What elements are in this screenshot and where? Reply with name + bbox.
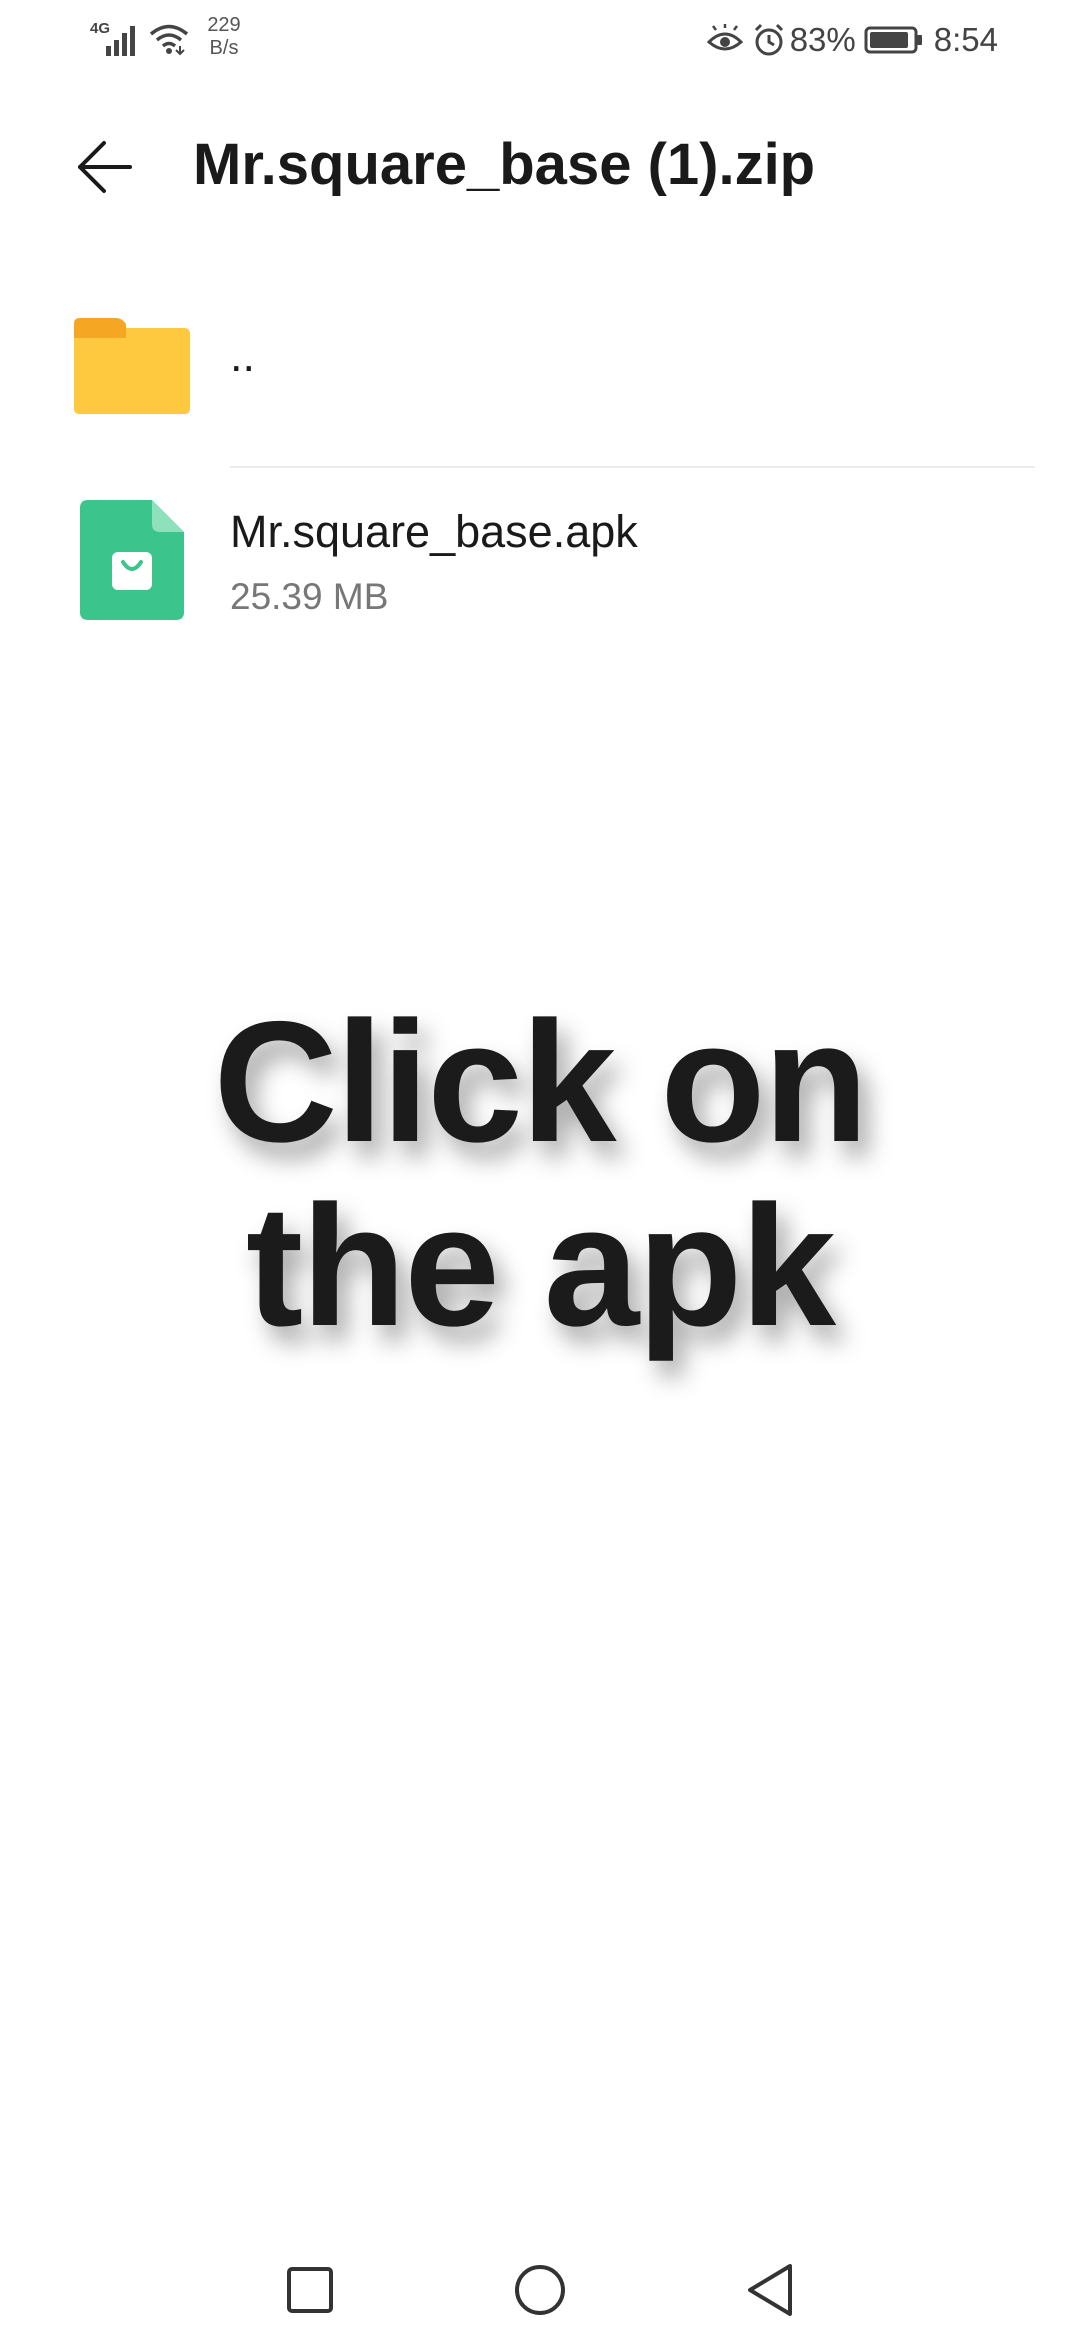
network-speed: 229 B/s bbox=[200, 14, 248, 60]
back-icon bbox=[748, 2264, 792, 2316]
list-item-parent-folder[interactable]: .. bbox=[0, 280, 1080, 468]
file-list: .. Mr.square_base.apk 25.39 MB bbox=[0, 280, 1080, 658]
back-button[interactable] bbox=[62, 125, 146, 209]
battery-percent: 83% bbox=[789, 21, 856, 58]
signal-icon bbox=[106, 26, 135, 56]
network-speed-value: 229 bbox=[207, 14, 241, 36]
back-nav-button[interactable] bbox=[730, 2250, 810, 2330]
home-icon bbox=[515, 2265, 565, 2315]
wifi-icon bbox=[149, 24, 189, 56]
eye-comfort-icon bbox=[706, 24, 743, 51]
clock: 8:54 bbox=[933, 21, 998, 58]
instruction-overlay: Click on the apk bbox=[0, 990, 1080, 1358]
network-speed-unit: B/s bbox=[209, 37, 239, 59]
instruction-line-1: Click on bbox=[213, 986, 868, 1178]
navigation-bar bbox=[0, 2240, 1080, 2340]
screen: 4G 229 B/s 83% 8:54 Mr.square_base (1).z… bbox=[0, 0, 1080, 2340]
alarm-icon bbox=[754, 23, 783, 56]
status-right: 83% 8:54 bbox=[698, 20, 998, 60]
apk-icon bbox=[80, 500, 184, 620]
folder-icon bbox=[74, 318, 190, 414]
file-name: Mr.square_base.apk bbox=[230, 506, 638, 557]
battery-icon bbox=[864, 26, 922, 54]
status-bar: 4G 229 B/s 83% 8:54 bbox=[0, 0, 1080, 80]
file-size: 25.39 MB bbox=[230, 576, 389, 617]
recent-apps-button[interactable] bbox=[270, 2250, 350, 2330]
home-button[interactable] bbox=[500, 2250, 580, 2330]
recent-apps-icon bbox=[287, 2267, 333, 2313]
instruction-line-2: the apk bbox=[245, 1170, 836, 1362]
app-bar: Mr.square_base (1).zip bbox=[0, 95, 1080, 235]
file-name: .. bbox=[230, 330, 256, 381]
arrow-left-icon bbox=[78, 141, 132, 193]
list-item-apk[interactable]: Mr.square_base.apk 25.39 MB bbox=[0, 468, 1080, 658]
page-title: Mr.square_base (1).zip bbox=[193, 132, 816, 197]
